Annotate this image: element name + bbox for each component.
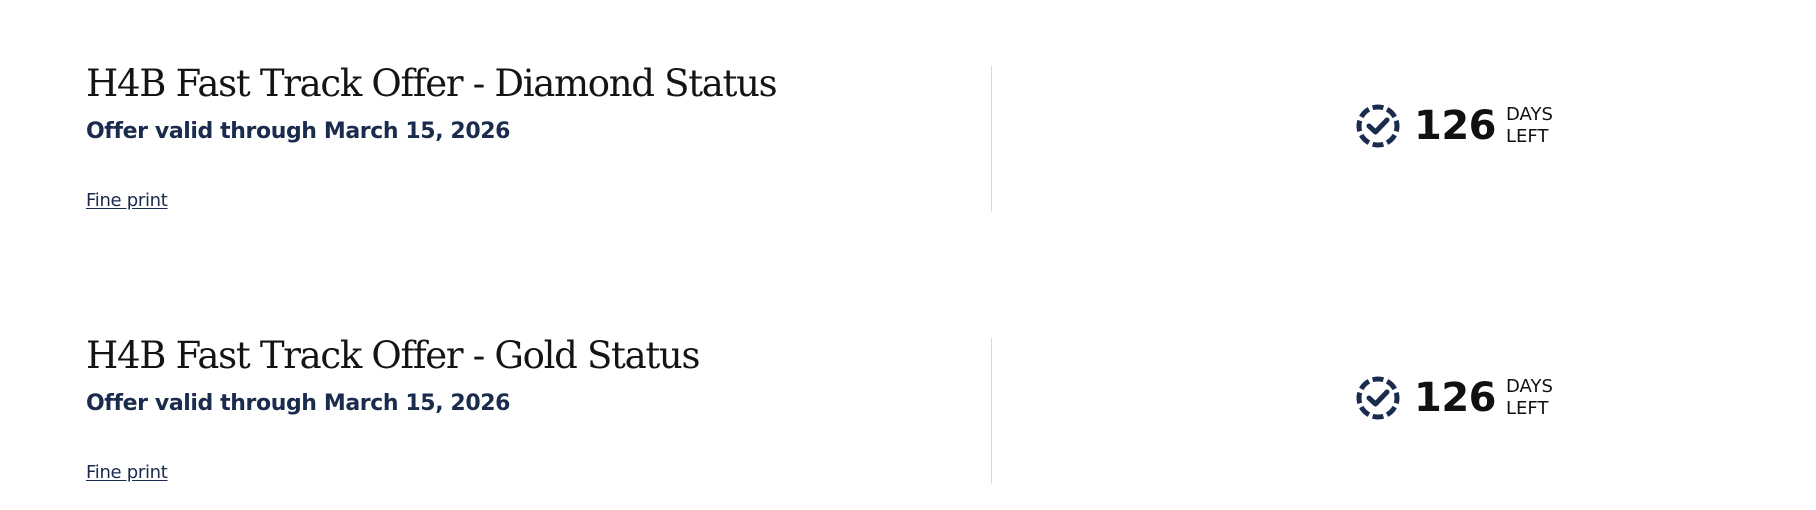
- fine-print-link[interactable]: Fine print: [86, 190, 168, 211]
- days-label-top: DAYS: [1506, 104, 1553, 125]
- vertical-divider: [991, 338, 992, 484]
- vertical-divider: [991, 66, 992, 212]
- offer-card-gold: H4B Fast Track Offer - Gold Status Offer…: [86, 334, 1553, 484]
- days-left-countdown: 126 DAYS LEFT: [1354, 102, 1553, 150]
- days-label-bottom: LEFT: [1506, 398, 1549, 419]
- clock-check-icon: [1356, 104, 1400, 148]
- days-label-bottom: LEFT: [1506, 126, 1549, 147]
- days-left-count: 126: [1414, 103, 1497, 149]
- offer-details: H4B Fast Track Offer - Diamond Status Of…: [86, 62, 906, 212]
- days-label-top: DAYS: [1506, 376, 1553, 397]
- offer-card-diamond: H4B Fast Track Offer - Diamond Status Of…: [86, 62, 1553, 212]
- days-left-count: 126: [1414, 375, 1497, 421]
- fine-print-link[interactable]: Fine print: [86, 462, 168, 483]
- offer-valid-date: Offer valid through March 15, 2026: [86, 391, 511, 416]
- clock-check-icon: [1356, 376, 1400, 420]
- days-left-countdown: 126 DAYS LEFT: [1354, 374, 1553, 422]
- offer-valid-date: Offer valid through March 15, 2026: [86, 119, 511, 144]
- days-left-label: DAYS LEFT: [1506, 104, 1553, 148]
- days-left-label: DAYS LEFT: [1506, 376, 1553, 420]
- offer-title: H4B Fast Track Offer - Gold Status: [86, 334, 700, 377]
- offer-title: H4B Fast Track Offer - Diamond Status: [86, 62, 778, 105]
- offer-details: H4B Fast Track Offer - Gold Status Offer…: [86, 334, 906, 484]
